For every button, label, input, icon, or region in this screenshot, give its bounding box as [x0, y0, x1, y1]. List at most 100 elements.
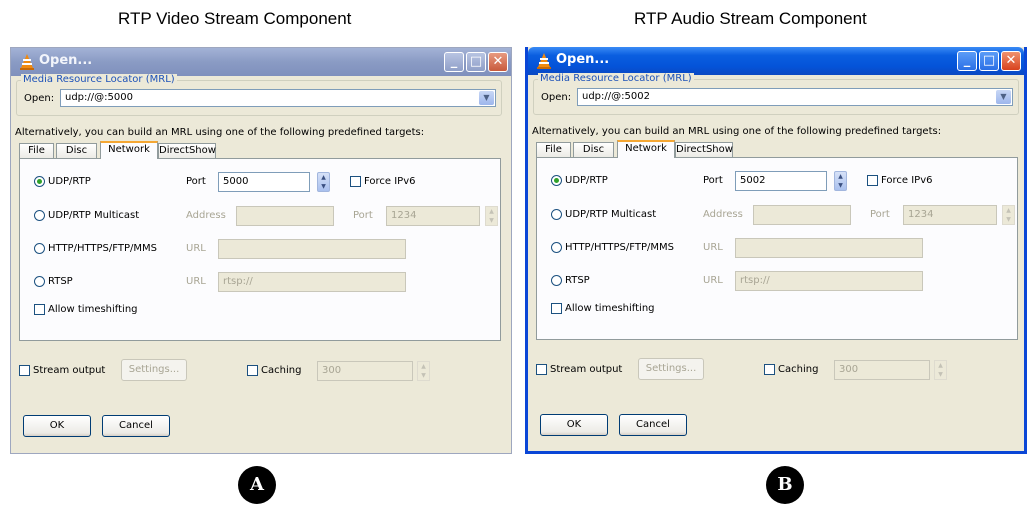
close-button[interactable]: ✕	[488, 52, 508, 72]
tab-network[interactable]: Network	[100, 141, 158, 159]
ok-button[interactable]: OK	[540, 414, 608, 436]
cancel-button[interactable]: Cancel	[619, 414, 687, 436]
network-panel: UDP/RTP Port 5000 ▲ ▼ Force IPv6 UDP/RTP …	[19, 158, 501, 341]
tab-network[interactable]: Network	[617, 140, 675, 158]
tab-file[interactable]: File	[19, 143, 54, 158]
rtsp-radio[interactable]	[34, 276, 45, 287]
port-label: Port	[703, 175, 723, 186]
port-spinner[interactable]: ▲ ▼	[317, 172, 330, 192]
open-value: udp://@:5002	[582, 91, 650, 102]
caching-spinner[interactable]: ▲ ▼	[417, 361, 430, 381]
open-dialog-audio: Open... _ □ ✕ Media Resource Locator (MR…	[525, 47, 1027, 454]
open-combo[interactable]: udp://@:5000 ▼	[60, 89, 496, 107]
multicast-port-label: Port	[870, 209, 890, 220]
badge-a: A	[238, 466, 276, 504]
badge-b: B	[766, 466, 804, 504]
force-ipv6-checkbox[interactable]	[350, 176, 361, 187]
udp-rtp-radio[interactable]	[551, 175, 562, 186]
chevron-down-icon[interactable]: ▼	[479, 91, 494, 105]
http-url-input[interactable]	[735, 238, 923, 258]
stream-output-checkbox[interactable]	[19, 365, 30, 376]
open-combo[interactable]: udp://@:5002 ▼	[577, 88, 1013, 106]
udp-multicast-label: UDP/RTP Multicast	[48, 210, 140, 221]
address-input[interactable]	[753, 205, 851, 225]
minimize-button[interactable]: _	[957, 51, 977, 71]
ok-button[interactable]: OK	[23, 415, 91, 437]
minimize-icon: _	[963, 53, 971, 68]
open-dialog-video: Open... _ □ ✕ Media Resource Locator (MR…	[10, 47, 512, 454]
close-icon: ✕	[492, 54, 504, 69]
port-spinner[interactable]: ▲ ▼	[834, 171, 847, 191]
timeshift-checkbox[interactable]	[551, 303, 562, 314]
settings-button[interactable]: Settings...	[638, 358, 704, 380]
timeshift-label: Allow timeshifting	[565, 303, 655, 314]
chevron-down-icon[interactable]: ▼	[996, 90, 1011, 104]
rtsp-url-label: URL	[186, 276, 206, 287]
multicast-port-spinner[interactable]: ▲ ▼	[1002, 205, 1015, 225]
tab-file[interactable]: File	[536, 142, 571, 157]
tab-disc[interactable]: Disc	[573, 142, 614, 157]
http-radio[interactable]	[34, 243, 45, 254]
mrl-group: Media Resource Locator (MRL) Open: udp:/…	[533, 73, 1019, 115]
caching-checkbox[interactable]	[247, 365, 258, 376]
caption-video: RTP Video Stream Component	[118, 9, 352, 28]
alternative-text: Alternatively, you can build an MRL usin…	[15, 127, 425, 138]
udp-multicast-radio[interactable]	[34, 210, 45, 221]
address-input[interactable]	[236, 206, 334, 226]
address-label: Address	[186, 210, 226, 221]
tab-directshow[interactable]: DirectShow	[158, 143, 216, 158]
http-radio[interactable]	[551, 242, 562, 253]
address-label: Address	[703, 209, 743, 220]
network-panel: UDP/RTP Port 5002 ▲ ▼ Force IPv6 UDP/RTP …	[536, 157, 1018, 340]
port-input[interactable]: 5000	[218, 172, 310, 192]
multicast-port-label: Port	[353, 210, 373, 221]
caching-input[interactable]: 300	[834, 360, 930, 380]
http-url-input[interactable]	[218, 239, 406, 259]
caching-spinner[interactable]: ▲ ▼	[934, 360, 947, 380]
minimize-icon: _	[450, 54, 458, 69]
stream-output-label: Stream output	[33, 365, 106, 376]
settings-button[interactable]: Settings...	[121, 359, 187, 381]
multicast-port-input[interactable]: 1234	[903, 205, 997, 225]
title-bar[interactable]: Open... _ □ ✕	[11, 48, 511, 76]
open-label: Open:	[541, 92, 572, 103]
port-input[interactable]: 5002	[735, 171, 827, 191]
cancel-button[interactable]: Cancel	[102, 415, 170, 437]
udp-rtp-radio[interactable]	[34, 176, 45, 187]
tab-directshow[interactable]: DirectShow	[675, 142, 733, 157]
title-bar[interactable]: Open... _ □ ✕	[528, 47, 1024, 75]
tab-disc[interactable]: Disc	[56, 143, 97, 158]
http-label: HTTP/HTTPS/FTP/MMS	[48, 243, 157, 254]
mrl-legend: Media Resource Locator (MRL)	[21, 74, 177, 85]
window-title: Open...	[556, 52, 610, 67]
udp-rtp-label: UDP/RTP	[565, 175, 608, 186]
rtsp-radio[interactable]	[551, 275, 562, 286]
rtsp-label: RTSP	[565, 275, 590, 286]
stream-output-label: Stream output	[550, 364, 623, 375]
open-label: Open:	[24, 93, 55, 104]
rtsp-url-input[interactable]: rtsp://	[735, 271, 923, 291]
http-label: HTTP/HTTPS/FTP/MMS	[565, 242, 674, 253]
multicast-port-input[interactable]: 1234	[386, 206, 480, 226]
multicast-port-spinner[interactable]: ▲ ▼	[485, 206, 498, 226]
udp-rtp-label: UDP/RTP	[48, 176, 91, 187]
maximize-button[interactable]: □	[979, 51, 999, 71]
timeshift-checkbox[interactable]	[34, 304, 45, 315]
window-title: Open...	[39, 53, 93, 68]
minimize-button[interactable]: _	[444, 52, 464, 72]
caching-label: Caching	[778, 364, 819, 375]
stream-output-checkbox[interactable]	[536, 364, 547, 375]
force-ipv6-checkbox[interactable]	[867, 175, 878, 186]
vlc-cone-icon	[537, 53, 551, 69]
vlc-cone-icon	[20, 54, 34, 70]
caching-checkbox[interactable]	[764, 364, 775, 375]
caching-input[interactable]: 300	[317, 361, 413, 381]
rtsp-url-input[interactable]: rtsp://	[218, 272, 406, 292]
close-button[interactable]: ✕	[1001, 51, 1021, 71]
udp-multicast-radio[interactable]	[551, 209, 562, 220]
caption-audio: RTP Audio Stream Component	[634, 9, 867, 28]
caching-label: Caching	[261, 365, 302, 376]
port-label: Port	[186, 176, 206, 187]
maximize-button[interactable]: □	[466, 52, 486, 72]
rtsp-label: RTSP	[48, 276, 73, 287]
